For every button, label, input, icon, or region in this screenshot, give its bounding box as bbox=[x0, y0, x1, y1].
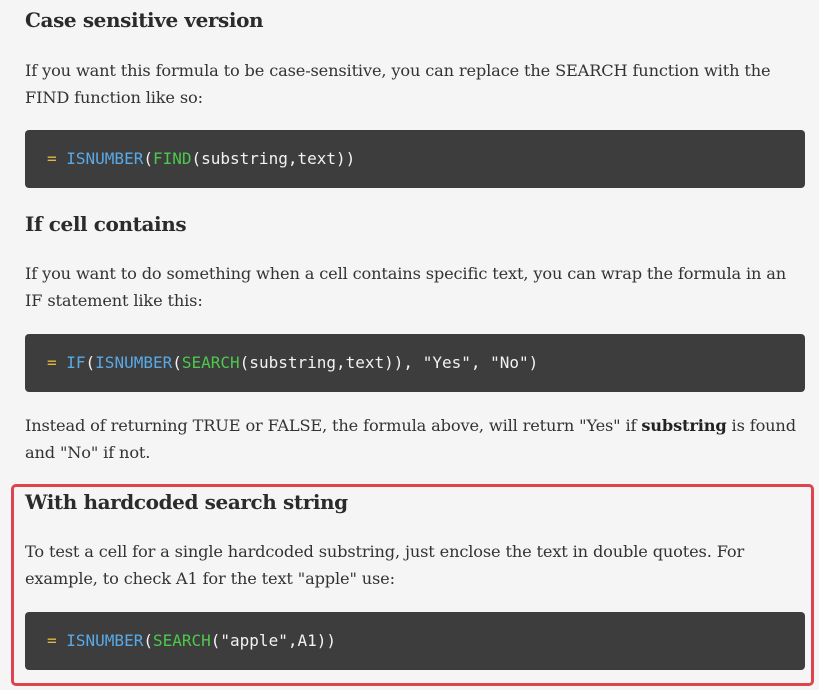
code-arguments: (substring,text)), "Yes", "No") bbox=[239, 353, 539, 372]
code-paren: ( bbox=[85, 353, 96, 372]
code-block-if-formula: = IF(ISNUMBER(SEARCH(substring,text)), "… bbox=[25, 334, 805, 392]
section-paragraph-if-explanation: Instead of returning TRUE or FALSE, the … bbox=[25, 412, 805, 466]
section-paragraph-case-sensitive: If you want this formula to be case-sens… bbox=[25, 61, 771, 107]
code-paren: ( bbox=[143, 149, 153, 168]
code-function-find: FIND bbox=[152, 149, 192, 168]
code-function-isnumber: ISNUMBER bbox=[66, 149, 144, 168]
code-function-isnumber: ISNUMBER bbox=[95, 353, 173, 372]
highlight-annotation-box bbox=[11, 484, 814, 686]
explanation-text-part1: Instead of returning TRUE or FALSE, the … bbox=[25, 416, 642, 435]
section-paragraph-if-cell-contains: If you want to do something when a cell … bbox=[25, 264, 787, 310]
code-function-if: IF bbox=[66, 353, 86, 372]
code-function-search: SEARCH bbox=[181, 353, 240, 372]
code-arguments: (substring,text)) bbox=[191, 149, 356, 168]
code-equals: = bbox=[47, 353, 67, 372]
section-heading-case-sensitive: Case sensitive version bbox=[25, 8, 264, 32]
explanation-bold-substring: substring bbox=[641, 416, 727, 435]
code-block-find-formula: = ISNUMBER(FIND(substring,text)) bbox=[25, 130, 805, 188]
code-equals: = bbox=[47, 149, 67, 168]
code-paren: ( bbox=[172, 353, 182, 372]
section-heading-if-cell-contains: If cell contains bbox=[25, 212, 187, 236]
